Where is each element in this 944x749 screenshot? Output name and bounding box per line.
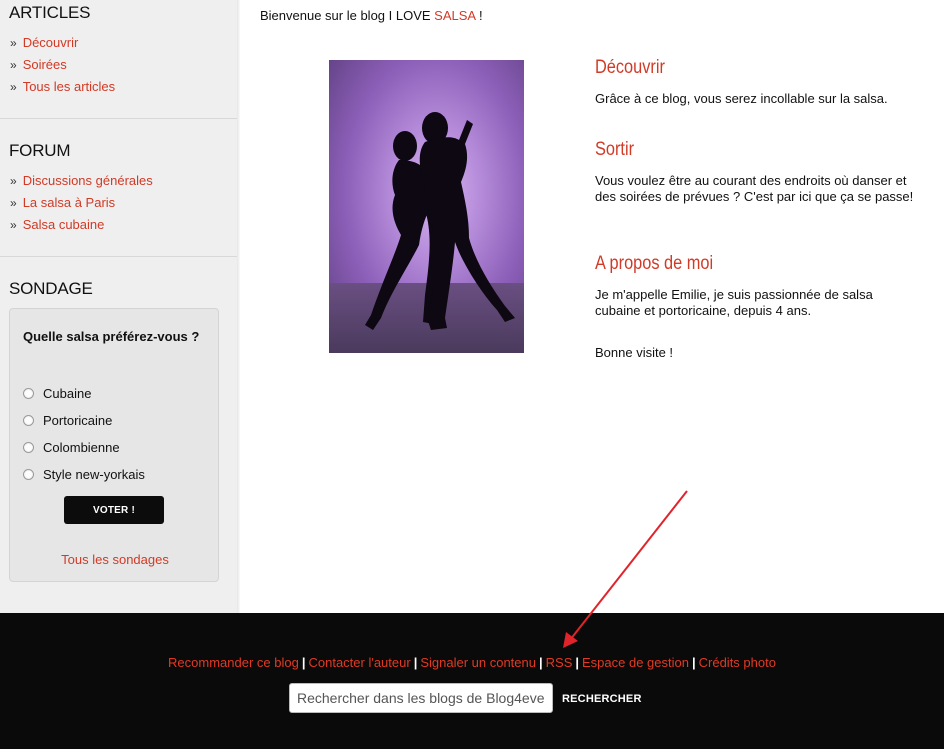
articles-list: » Découvrir » Soirées » Tous les articles (10, 32, 115, 98)
bullet-icon: » (10, 174, 17, 188)
footer-separator: | (575, 655, 580, 670)
sidebar-link-salsa-paris[interactable]: La salsa à Paris (23, 195, 116, 210)
dancers-silhouette (365, 112, 515, 330)
radio-button[interactable] (23, 442, 34, 453)
forum-list: » Discussions générales » La salsa à Paris… (10, 170, 153, 236)
divider (0, 118, 238, 119)
sidebar-link-salsa-cubaine[interactable]: Salsa cubaine (23, 217, 105, 232)
welcome-prefix: Bienvenue sur le blog I LOVE (260, 8, 435, 23)
poll-option-portoricaine[interactable]: Portoricaine (23, 413, 112, 429)
salsa-dancers-photo (329, 60, 524, 353)
divider (0, 256, 238, 257)
sidebar-link-soirees[interactable]: Soirées (23, 57, 67, 72)
footer-link-contacter[interactable]: Contacter l'auteur (308, 655, 410, 670)
poll-box: Quelle salsa préférez-vous ? Cubaine Por… (9, 308, 219, 582)
poll-heading: SONDAGE (9, 279, 93, 298)
footer-link-rss[interactable]: RSS (546, 655, 573, 670)
poll-question: Quelle salsa préférez-vous ? (23, 329, 200, 344)
radio-button[interactable] (23, 415, 34, 426)
bullet-icon: » (10, 218, 17, 232)
footer: Recommander ce blog | Contacter l'auteur | S… (0, 613, 944, 749)
footer-links: Recommander ce blog | Contacter l'auteur | S… (0, 655, 944, 671)
footer-separator: | (691, 655, 696, 670)
sidebar-item-salsa-paris: » La salsa à Paris (10, 192, 153, 214)
welcome-suffix: ! (475, 8, 483, 23)
sidebar-link-tous-les-articles[interactable]: Tous les articles (23, 79, 115, 94)
radio-button[interactable] (23, 469, 34, 480)
section-title-decouvrir: Découvrir (595, 57, 665, 78)
sidebar-item-soirees: » Soirées (10, 54, 115, 76)
sidebar-item-tous-les-articles: » Tous les articles (10, 76, 115, 98)
poll-option-label: Cubaine (43, 386, 92, 401)
vote-button[interactable]: VOTER ! (64, 496, 164, 524)
footer-separator: | (301, 655, 306, 670)
footer-link-credits-photo[interactable]: Crédits photo (699, 655, 776, 670)
bullet-icon: » (10, 58, 17, 72)
poll-option-new-yorkais[interactable]: Style new-yorkais (23, 467, 145, 483)
blog-search-input[interactable] (289, 683, 553, 713)
sidebar-item-decouvrir: » Découvrir (10, 32, 115, 54)
section-text-decouvrir: Grâce à ce blog, vous serez incollable s… (595, 91, 888, 106)
footer-link-espace-gestion[interactable]: Espace de gestion (582, 655, 689, 670)
welcome-accent: SALSA (434, 8, 476, 23)
footer-separator: | (539, 655, 543, 670)
bullet-icon: » (10, 36, 17, 50)
closing-text: Bonne visite ! (595, 345, 674, 360)
sidebar-link-decouvrir[interactable]: Découvrir (23, 35, 79, 50)
sidebar-item-discussions: » Discussions générales (10, 170, 153, 192)
bullet-icon: » (10, 196, 17, 210)
poll-option-cubaine[interactable]: Cubaine (23, 386, 91, 402)
section-title-a-propos: A propos de moi (595, 253, 714, 274)
poll-option-label: Colombienne (43, 440, 120, 455)
poll-option-label: Style new-yorkais (43, 467, 145, 482)
section-text-a-propos: Je m'appelle Emilie, je suis passionnée … (595, 287, 873, 318)
articles-heading: ARTICLES (9, 3, 91, 22)
all-polls-link[interactable]: Tous les sondages (10, 552, 220, 567)
forum-heading: FORUM (9, 141, 71, 160)
search-button[interactable]: RECHERCHER (562, 689, 642, 709)
sidebar-link-discussions[interactable]: Discussions générales (23, 173, 153, 188)
footer-link-recommander[interactable]: Recommander ce blog (168, 655, 299, 670)
sidebar-item-salsa-cubaine: » Salsa cubaine (10, 214, 153, 236)
welcome-text: Bienvenue sur le blog I LOVE SALSA ! (260, 8, 483, 23)
poll-option-colombienne[interactable]: Colombienne (23, 440, 120, 456)
footer-separator: | (413, 655, 418, 670)
radio-button[interactable] (23, 388, 34, 399)
sidebar: ARTICLES » Découvrir » Soirées » Tous les a… (0, 0, 240, 613)
footer-link-signaler[interactable]: Signaler un contenu (420, 655, 536, 670)
poll-option-label: Portoricaine (43, 413, 113, 428)
bullet-icon: » (10, 80, 17, 94)
section-text-sortir: Vous voulez être au courant des endroits… (595, 173, 914, 204)
section-title-sortir: Sortir (595, 139, 635, 160)
